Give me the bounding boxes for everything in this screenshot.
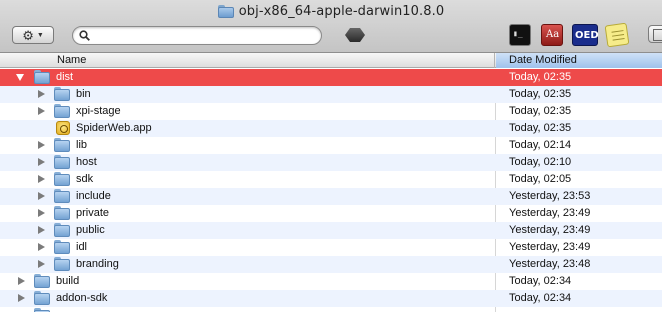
file-name: bin (76, 88, 91, 100)
file-date-modified: Today, 02:35 (509, 71, 572, 83)
folder-icon (34, 308, 50, 312)
file-date-modified: Yesterday, 23:53 (509, 190, 591, 202)
window-maximize-button[interactable] (648, 25, 662, 43)
file-date-modified: Yesterday, 23:49 (509, 224, 591, 236)
file-name: private (76, 207, 110, 219)
file-date-modified: Yesterday, 23:49 (509, 241, 591, 253)
folder-icon (54, 206, 70, 220)
file-row[interactable] (0, 307, 662, 312)
disclosure-triangle-closed-icon[interactable] (18, 277, 25, 285)
file-name: sdk (76, 173, 94, 185)
folder-icon (54, 189, 70, 203)
file-row[interactable]: xpi-stage Today, 02:35 (0, 103, 662, 120)
column-header: Name Date Modified (0, 53, 662, 68)
file-row[interactable]: build Today, 02:34 (0, 273, 662, 290)
window-title-bar: obj-x86_64-apple-darwin10.8.0 (0, 2, 662, 20)
file-name: public (76, 224, 105, 236)
folder-icon (54, 172, 70, 186)
oed-app-icon[interactable]: OED (572, 24, 599, 46)
folder-icon (54, 138, 70, 152)
toolbar: obj-x86_64-apple-darwin10.8.0 ⚙ ▼ ▮_ Aa … (0, 0, 662, 53)
file-row[interactable]: branding Yesterday, 23:48 (0, 256, 662, 273)
file-row[interactable]: SpiderWeb.app Today, 02:35 (0, 120, 662, 137)
file-date-modified: Today, 02:35 (509, 105, 572, 117)
disclosure-triangle-closed-icon[interactable] (38, 175, 45, 183)
file-row[interactable]: dist Today, 02:35 (0, 69, 662, 86)
search-icon (79, 30, 90, 41)
spider-app-icon (56, 121, 70, 135)
file-name: host (76, 156, 97, 168)
eject-icon[interactable] (345, 28, 365, 42)
search-field[interactable] (72, 26, 322, 45)
file-name: xpi-stage (76, 105, 121, 117)
action-menu-button[interactable]: ⚙ ▼ (12, 26, 54, 44)
disclosure-triangle-closed-icon[interactable] (38, 141, 45, 149)
disclosure-triangle-closed-icon[interactable] (38, 192, 45, 200)
file-name: lib (76, 139, 88, 151)
folder-icon (54, 155, 70, 169)
disclosure-triangle-closed-icon[interactable] (38, 107, 45, 115)
folder-icon (54, 87, 70, 101)
folder-icon (34, 274, 50, 288)
column-header-name[interactable]: Name (0, 53, 495, 68)
file-date-modified: Yesterday, 23:49 (509, 207, 591, 219)
file-row[interactable]: public Yesterday, 23:49 (0, 222, 662, 239)
window-title: obj-x86_64-apple-darwin10.8.0 (238, 3, 445, 19)
folder-icon (54, 240, 70, 254)
stickies-app-icon[interactable] (604, 22, 630, 48)
file-row[interactable]: private Yesterday, 23:49 (0, 205, 662, 222)
file-date-modified: Today, 02:34 (509, 292, 572, 304)
folder-icon (54, 257, 70, 271)
file-name: idl (76, 241, 88, 253)
disclosure-triangle-closed-icon[interactable] (38, 226, 45, 234)
folder-icon (34, 291, 50, 305)
folder-icon (34, 70, 50, 84)
gear-icon: ⚙ (22, 27, 34, 43)
file-row[interactable]: include Yesterday, 23:53 (0, 188, 662, 205)
file-row[interactable]: sdk Today, 02:05 (0, 171, 662, 188)
file-row[interactable]: bin Today, 02:35 (0, 86, 662, 103)
file-row[interactable]: host Today, 02:10 (0, 154, 662, 171)
file-name: include (76, 190, 111, 202)
disclosure-triangle-closed-icon[interactable] (38, 90, 45, 98)
file-row[interactable]: lib Today, 02:14 (0, 137, 662, 154)
file-row[interactable]: idl Yesterday, 23:49 (0, 239, 662, 256)
file-date-modified: Today, 02:35 (509, 122, 572, 134)
file-list: dist Today, 02:35 bin Today, 02:35 xpi-stage… (0, 69, 662, 312)
file-date-modified: Today, 02:05 (509, 173, 572, 185)
folder-icon (54, 223, 70, 237)
file-date-modified: Today, 02:34 (509, 275, 572, 287)
chevron-down-icon: ▼ (36, 31, 44, 39)
file-date-modified: Today, 02:10 (509, 156, 572, 168)
disclosure-triangle-closed-icon[interactable] (18, 294, 25, 302)
file-date-modified: Yesterday, 23:48 (509, 258, 591, 270)
column-header-date-modified[interactable]: Date Modified (496, 53, 662, 68)
file-name: SpiderWeb.app (76, 122, 152, 134)
disclosure-triangle-closed-icon[interactable] (38, 209, 45, 217)
folder-icon (217, 4, 234, 18)
file-name: build (56, 275, 80, 287)
dictionary-app-icon[interactable]: Aa (541, 24, 563, 46)
file-row[interactable]: addon-sdk Today, 02:34 (0, 290, 662, 307)
file-date-modified: Today, 02:35 (509, 88, 572, 100)
disclosure-triangle-open-icon[interactable] (16, 74, 24, 81)
file-name: branding (76, 258, 119, 270)
file-date-modified: Today, 02:14 (509, 139, 572, 151)
disclosure-triangle-closed-icon[interactable] (38, 158, 45, 166)
disclosure-triangle-closed-icon[interactable] (38, 243, 45, 251)
file-name: addon-sdk (56, 292, 108, 304)
terminal-app-icon[interactable]: ▮_ (509, 24, 531, 46)
file-name: dist (56, 71, 74, 83)
disclosure-triangle-closed-icon[interactable] (38, 260, 45, 268)
search-input[interactable] (93, 28, 317, 43)
folder-icon (54, 104, 70, 118)
